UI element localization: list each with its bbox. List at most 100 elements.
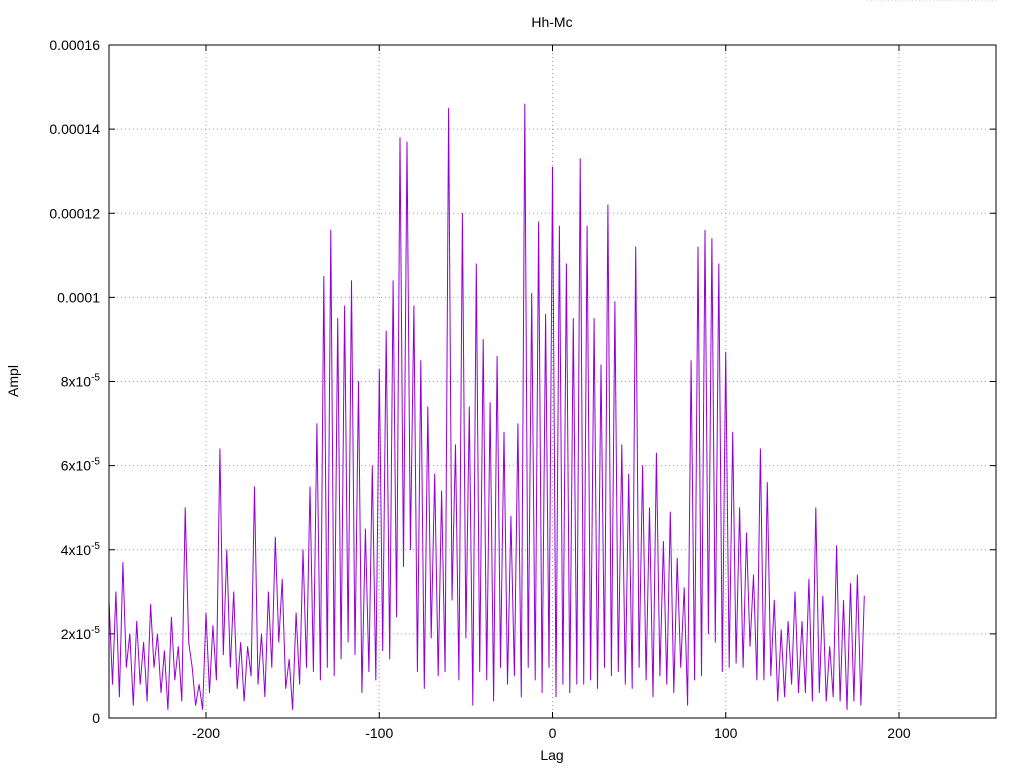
data-point	[600, 364, 602, 366]
data-point	[468, 406, 470, 408]
data-point	[766, 482, 768, 483]
data-point	[579, 158, 581, 159]
data-point	[780, 629, 782, 631]
data-point	[347, 641, 349, 643]
data-point	[198, 683, 200, 685]
x-axis-label: Lag	[540, 747, 563, 763]
data-point	[209, 692, 210, 694]
data-point	[822, 595, 824, 597]
data-point	[184, 507, 186, 509]
data-point	[371, 465, 373, 467]
data-point	[732, 431, 734, 433]
data-point	[132, 704, 134, 706]
data-point	[170, 616, 172, 618]
y-tick-label: 2x10-5	[61, 625, 101, 642]
data-point	[597, 688, 598, 689]
data-point	[160, 692, 162, 694]
data-point	[808, 578, 810, 580]
data-point	[167, 709, 169, 710]
data-point	[697, 246, 699, 248]
data-point	[129, 633, 131, 635]
data-point	[773, 599, 775, 601]
data-point	[756, 679, 758, 681]
data-point	[531, 292, 533, 294]
data-point	[482, 339, 484, 340]
data-point	[375, 679, 377, 681]
data-point	[354, 654, 356, 656]
data-point	[136, 620, 138, 622]
data-point	[448, 107, 449, 109]
data-point	[226, 549, 228, 551]
data-point	[552, 166, 553, 168]
data-point	[496, 355, 498, 357]
data-point	[562, 683, 564, 685]
data-point	[299, 683, 300, 685]
data-point	[662, 540, 664, 542]
data-point	[181, 700, 183, 702]
data-point	[344, 305, 346, 307]
data-point	[656, 452, 657, 454]
data-point	[455, 444, 456, 445]
data-point	[219, 448, 221, 450]
data-point	[177, 646, 179, 647]
data-point	[240, 641, 242, 643]
data-point	[850, 583, 851, 584]
data-point	[191, 667, 193, 668]
y-tick-label-base: 0.0001	[57, 289, 100, 305]
data-point	[559, 225, 560, 227]
data-point	[430, 637, 432, 639]
data-point	[493, 700, 494, 702]
data-point	[604, 667, 605, 668]
data-point	[205, 612, 207, 614]
data-point	[669, 511, 671, 513]
data-point	[195, 704, 197, 706]
data-point	[146, 700, 148, 702]
y-tick-label-base: 0.00016	[49, 37, 100, 53]
data-point	[458, 679, 460, 681]
y-tick-label: 0.00016	[49, 37, 100, 53]
data-point	[267, 591, 269, 593]
data-point	[254, 486, 255, 488]
data-point	[607, 204, 609, 206]
data-point	[278, 641, 280, 643]
data-point	[507, 683, 508, 685]
data-point	[202, 709, 203, 710]
data-point	[798, 692, 799, 694]
data-point	[548, 667, 550, 668]
data-point	[718, 263, 720, 265]
data-point	[538, 221, 540, 223]
data-point	[725, 351, 727, 353]
data-point	[721, 671, 723, 673]
data-point	[857, 574, 858, 576]
data-point	[652, 696, 654, 698]
data-point	[784, 696, 786, 698]
data-point	[396, 616, 397, 618]
data-point	[233, 591, 235, 593]
data-point	[174, 679, 176, 681]
data-point	[385, 330, 387, 332]
data-point	[295, 612, 297, 614]
data-point	[164, 650, 165, 652]
data-point	[534, 679, 536, 681]
data-point	[427, 406, 429, 408]
data-point	[125, 667, 127, 668]
data-point	[410, 549, 411, 551]
data-point	[399, 137, 401, 138]
data-point	[635, 246, 637, 248]
data-point	[763, 679, 765, 681]
data-point	[271, 667, 273, 668]
data-point	[441, 490, 443, 492]
data-point	[527, 667, 529, 668]
data-point	[261, 633, 262, 635]
data-point	[832, 696, 834, 698]
data-point	[337, 318, 339, 319]
data-point	[593, 318, 595, 319]
data-point	[247, 646, 248, 647]
data-point	[673, 692, 675, 694]
data-point	[157, 633, 158, 635]
data-point	[638, 667, 640, 668]
y-tick-label: 0.0001	[57, 289, 100, 305]
data-point	[420, 360, 422, 361]
y-tick-label-exponent: -5	[91, 625, 100, 636]
data-point	[714, 641, 716, 643]
